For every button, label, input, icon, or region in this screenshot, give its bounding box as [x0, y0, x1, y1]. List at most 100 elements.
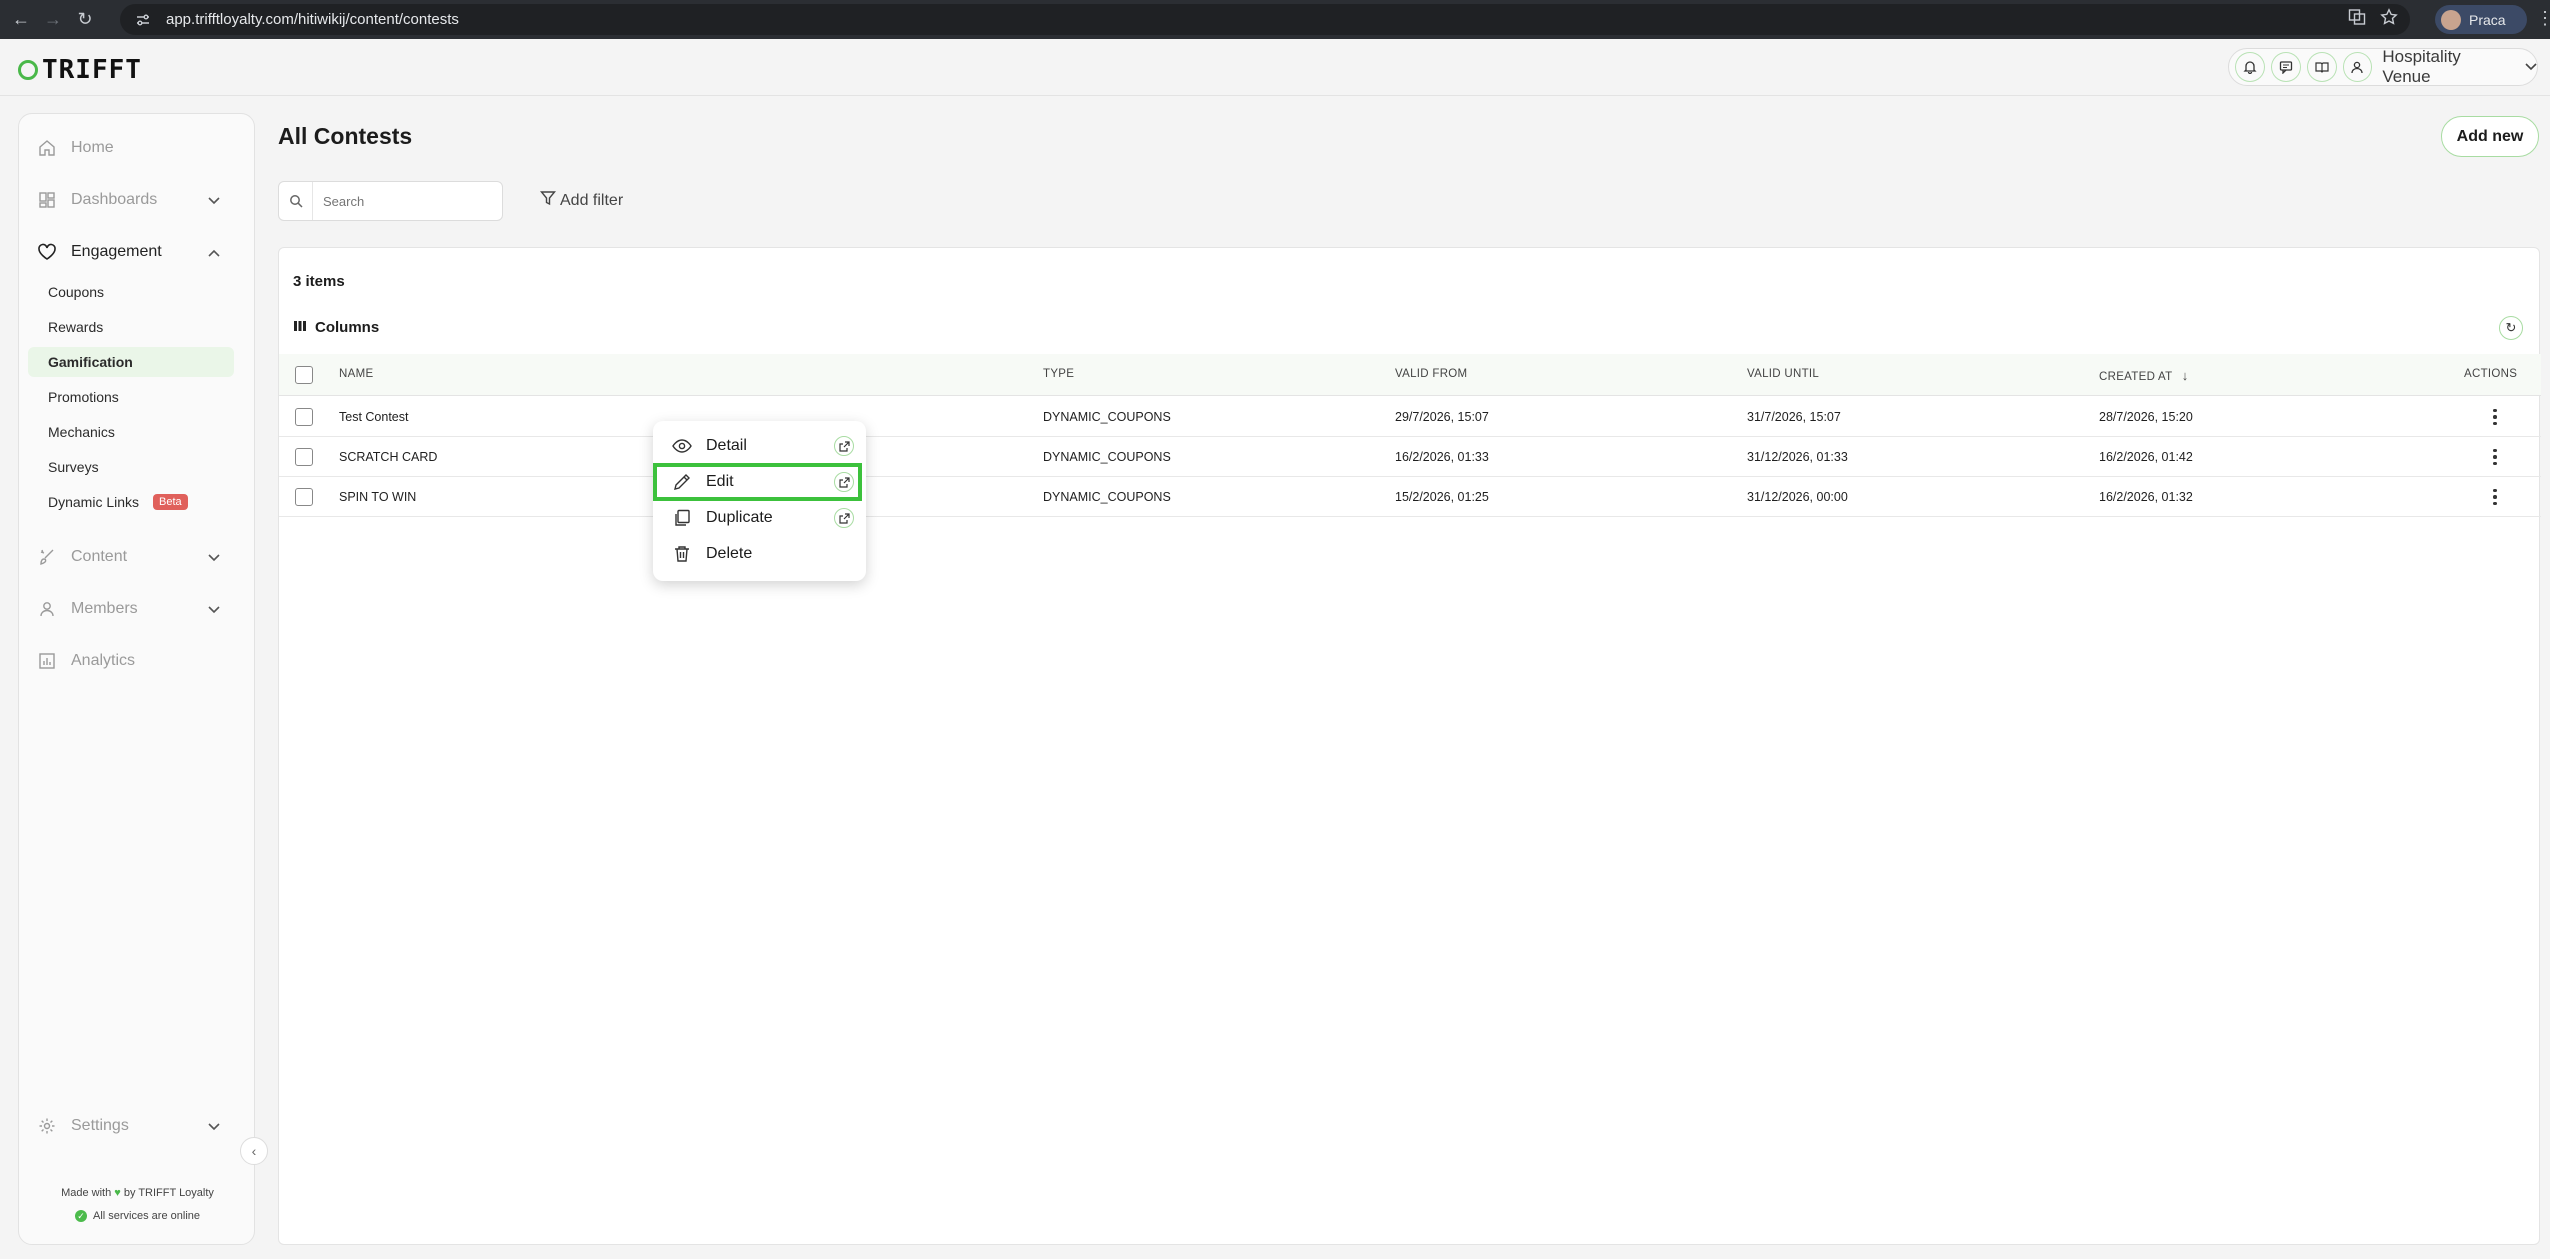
logo-text: TRIFFT [42, 55, 142, 85]
sidebar-item-mechanics[interactable]: Mechanics [28, 417, 234, 447]
external-link-icon[interactable] [834, 436, 854, 456]
dashboard-icon [35, 188, 59, 212]
menu-item-label: Delete [706, 545, 753, 562]
reload-icon[interactable]: ↻ [74, 9, 96, 31]
menu-item-edit[interactable]: Edit [653, 463, 862, 501]
gear-icon [35, 1114, 59, 1138]
sidebar-item-coupons[interactable]: Coupons [28, 277, 234, 307]
chevron-down-icon [208, 549, 220, 567]
table-row[interactable]: Test Contest DYNAMIC_COUPONS 29/7/2026, … [279, 397, 2541, 437]
logo-ring-icon [18, 60, 38, 80]
cell-created-at: 28/7/2026, 15:20 [2099, 410, 2193, 424]
sidebar-item-rewards[interactable]: Rewards [28, 312, 234, 342]
site-settings-icon[interactable] [132, 9, 154, 31]
sidebar-item-label: Members [71, 600, 138, 617]
made-with-text: Made with ♥ by TRIFFT Loyalty [19, 1187, 256, 1199]
made-with-suffix: by TRIFFT Loyalty [123, 1187, 214, 1199]
sidebar-item-surveys[interactable]: Surveys [28, 452, 234, 482]
eye-icon [671, 435, 693, 457]
trifft-logo[interactable]: TRIFFT [18, 55, 142, 85]
sidebar-item-label: Dashboards [71, 191, 158, 208]
external-link-icon[interactable] [834, 508, 854, 528]
user-icon [35, 597, 59, 621]
bookmark-star-icon[interactable] [2380, 8, 2398, 31]
add-new-button[interactable]: Add new [2441, 116, 2539, 157]
row-checkbox[interactable] [295, 488, 313, 506]
beta-badge: Beta [153, 494, 188, 510]
row-actions-menu: Detail Edit Duplicate Delete [653, 421, 866, 581]
column-header-actions: ACTIONS [2464, 368, 2518, 380]
chat-icon[interactable] [2270, 52, 2301, 82]
cell-valid-until: 31/12/2026, 01:33 [1747, 450, 1848, 464]
cell-valid-from: 29/7/2026, 15:07 [1395, 410, 1489, 424]
back-icon[interactable]: ← [10, 9, 32, 31]
user-icon[interactable] [2342, 52, 2373, 82]
sidebar-item-gamification[interactable]: Gamification [28, 347, 234, 377]
row-checkbox[interactable] [295, 448, 313, 466]
row-actions-icon[interactable] [2483, 403, 2507, 431]
row-actions-icon[interactable] [2483, 443, 2507, 471]
column-header-name[interactable]: NAME [339, 368, 373, 380]
venue-selector[interactable]: Hospitality Venue [2382, 47, 2513, 87]
sidebar-item-analytics[interactable]: Analytics [19, 641, 256, 681]
table-row[interactable]: SCRATCH CARD DYNAMIC_COUPONS 16/2/2026, … [279, 437, 2541, 477]
row-actions-icon[interactable] [2483, 483, 2507, 511]
sort-down-icon: ↓ [2181, 368, 2189, 383]
menu-item-duplicate[interactable]: Duplicate [655, 501, 860, 535]
app-header: TRIFFT Hospitality Venue [0, 39, 2550, 96]
sidebar-item-promotions[interactable]: Promotions [28, 382, 234, 412]
menu-item-delete[interactable]: Delete [655, 537, 860, 571]
refresh-icon[interactable]: ↻ [2499, 316, 2523, 340]
add-filter-label: Add filter [560, 191, 624, 209]
bell-icon[interactable] [2235, 52, 2265, 82]
sidebar-item-label: Content [71, 548, 128, 565]
cell-name: Test Contest [339, 410, 409, 424]
search-input[interactable] [323, 193, 493, 209]
cell-valid-from: 15/2/2026, 01:25 [1395, 490, 1489, 504]
forward-icon[interactable]: → [42, 9, 64, 31]
column-header-label: CREATED AT [2099, 371, 2173, 383]
chart-icon [35, 649, 59, 673]
translate-icon[interactable] [2348, 8, 2366, 31]
column-header-created-at[interactable]: CREATED AT ↓ [2099, 368, 2189, 383]
sidebar: Home Dashboards Engagement Coupons Rewar… [18, 113, 255, 1245]
sidebar-item-home[interactable]: Home [19, 128, 256, 168]
row-checkbox[interactable] [295, 408, 313, 426]
address-bar[interactable]: app.trifftloyalty.com/hitiwikij/content/… [120, 4, 2410, 35]
trash-icon [671, 543, 693, 565]
cell-type: DYNAMIC_COUPONS [1043, 450, 1171, 464]
columns-button[interactable]: Columns [293, 319, 379, 336]
browser-toolbar: ← → ↻ app.trifftloyalty.com/hitiwikij/co… [0, 0, 2550, 39]
sidebar-item-members[interactable]: Members [19, 589, 256, 629]
home-icon [35, 136, 59, 160]
profile-button[interactable]: Praca [2435, 5, 2527, 34]
browser-menu-icon[interactable]: ⋮ [2536, 8, 2550, 29]
table-row[interactable]: SPIN TO WIN DYNAMIC_COUPONS 15/2/2026, 0… [279, 477, 2541, 517]
cell-name: SCRATCH CARD [339, 450, 438, 464]
add-filter-button[interactable]: Add filter [540, 190, 623, 211]
sidebar-item-engagement[interactable]: Engagement [19, 232, 256, 272]
sidebar-item-dynamic-links[interactable]: Dynamic Links Beta [28, 487, 234, 517]
search-field[interactable] [278, 181, 503, 221]
profile-name: Praca [2469, 11, 2506, 28]
menu-item-label: Edit [706, 473, 734, 490]
menu-item-detail[interactable]: Detail [655, 429, 860, 463]
select-all-checkbox[interactable] [295, 366, 313, 384]
column-header-valid-until[interactable]: VALID UNTIL [1747, 368, 1819, 380]
url-text: app.trifftloyalty.com/hitiwikij/content/… [166, 11, 459, 28]
cell-valid-until: 31/12/2026, 00:00 [1747, 490, 1848, 504]
book-icon[interactable] [2306, 52, 2337, 82]
search-icon [279, 182, 313, 220]
sidebar-item-settings[interactable]: Settings [19, 1106, 256, 1146]
collapse-sidebar-button[interactable]: ‹ [240, 1137, 268, 1165]
sidebar-item-dashboards[interactable]: Dashboards [19, 180, 256, 220]
cell-name: SPIN TO WIN [339, 490, 417, 504]
chevron-down-icon[interactable] [2525, 58, 2537, 76]
cell-created-at: 16/2/2026, 01:32 [2099, 490, 2193, 504]
external-link-icon[interactable] [834, 472, 854, 492]
column-header-valid-from[interactable]: VALID FROM [1395, 368, 1467, 380]
heart-icon [35, 240, 59, 264]
menu-item-label: Detail [706, 437, 747, 454]
column-header-type[interactable]: TYPE [1043, 368, 1074, 380]
sidebar-item-content[interactable]: Content [19, 537, 256, 577]
